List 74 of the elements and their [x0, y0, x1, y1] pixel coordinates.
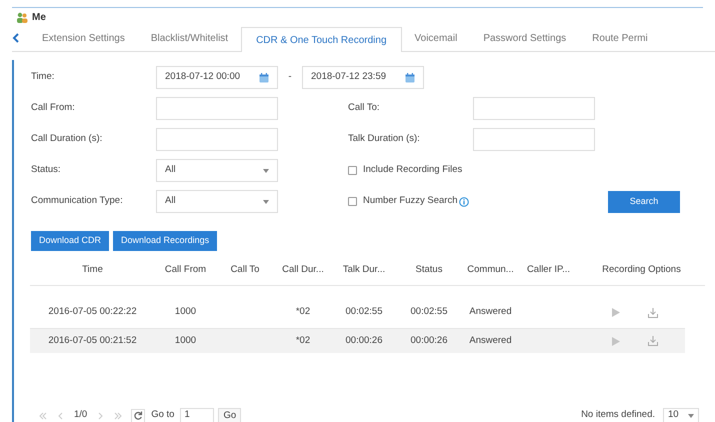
date-separator: - — [287, 70, 293, 84]
first-page-icon[interactable] — [38, 410, 48, 420]
chevron-left-icon[interactable] — [12, 33, 19, 43]
caret-icon — [263, 200, 269, 204]
page-size-dropdown[interactable]: 10 — [663, 408, 699, 422]
refresh-icon[interactable] — [131, 408, 146, 422]
input-field[interactable] — [156, 97, 278, 120]
calendar-icon[interactable] — [405, 72, 415, 82]
dropdown[interactable]: All — [156, 190, 278, 213]
table-cell-text: 00:00:26 — [344, 334, 384, 348]
download-icon[interactable] — [648, 336, 658, 346]
field-label: Time: — [31, 70, 56, 84]
field-label: Call From: — [31, 101, 76, 116]
table-cell-text: 1000 — [174, 334, 198, 348]
table-cell-text: 1000 — [174, 305, 198, 320]
column-header: Talk Dur... — [342, 263, 386, 278]
column-header: Caller IP... — [526, 263, 572, 278]
tab[interactable]: Voicemail — [402, 26, 470, 51]
table-cell-text: Answered — [468, 334, 513, 348]
tab[interactable]: Password Settings — [470, 26, 580, 51]
info-icon[interactable] — [458, 196, 469, 206]
calendar-icon[interactable] — [259, 72, 269, 82]
column-header: Call Dur... — [281, 263, 325, 278]
page-input[interactable]: 1 — [180, 408, 214, 422]
checkbox-label: Number Fuzzy Search — [363, 194, 458, 208]
page-indicator: 1/0 — [74, 408, 88, 422]
checkbox[interactable] — [348, 166, 357, 175]
goto-label: Go to — [151, 408, 174, 422]
table-cell-text: 00:02:55 — [344, 305, 384, 320]
input-field[interactable] — [473, 97, 595, 120]
field-label: Call Duration (s): — [31, 132, 104, 146]
field-label: Talk Duration (s): — [348, 132, 421, 146]
dropdown[interactable]: All — [156, 159, 278, 182]
field-label: Status: — [31, 163, 62, 178]
table-cell-text: 00:00:26 — [410, 334, 448, 348]
table-cell-text: 2016-07-05 00:21:52 — [47, 334, 138, 348]
download-button[interactable]: Download CDR — [31, 231, 110, 251]
table-cell-text: Answered — [468, 305, 513, 320]
tab[interactable]: CDR & One Touch Recording — [241, 27, 402, 52]
pagination-summary: No items defined. — [581, 408, 655, 422]
users-icon — [16, 12, 28, 22]
caret-icon — [688, 414, 694, 418]
table-cell-text: *02 — [294, 305, 312, 320]
date-field[interactable]: 2018-07-12 00:00 — [156, 66, 278, 89]
table-row[interactable]: 2016-07-05 00:21:52 1000 *02 00:00:26 00:00:26 Answered — [30, 328, 685, 353]
field-label: Communication Type: — [31, 194, 124, 208]
column-header: Call From — [164, 263, 208, 278]
tab[interactable]: Route Permi — [579, 26, 661, 51]
table-cell-text: *02 — [294, 334, 312, 348]
tab[interactable]: Blacklist/Whitelist — [138, 26, 242, 51]
play-icon[interactable] — [612, 308, 620, 317]
column-header: Recording Options — [601, 263, 682, 278]
window-title: Me — [32, 10, 46, 24]
tab[interactable]: Extension Settings — [29, 26, 138, 51]
input-field[interactable] — [473, 128, 595, 151]
checkbox-label: Include Recording Files — [363, 163, 462, 178]
table-cell-text: 00:02:55 — [410, 305, 448, 320]
field-label: Call To: — [348, 101, 381, 116]
column-header: Time — [81, 263, 104, 278]
download-icon[interactable] — [648, 308, 658, 318]
column-header: Call To — [230, 263, 260, 278]
table-row[interactable]: 2016-07-05 00:22:22 1000 *02 00:02:55 00:02:55 Answered — [30, 300, 685, 325]
last-page-icon[interactable] — [113, 410, 124, 420]
date-field[interactable]: 2018-07-12 23:59 — [302, 66, 424, 89]
download-button[interactable]: Download Recordings — [113, 231, 218, 251]
play-icon[interactable] — [612, 336, 620, 346]
column-header: Status — [414, 263, 444, 278]
caret-icon — [263, 168, 269, 172]
input-field[interactable] — [156, 128, 278, 151]
table-cell-text: 2016-07-05 00:22:22 — [47, 305, 138, 320]
checkbox[interactable] — [348, 197, 357, 206]
go-button[interactable]: Go — [218, 408, 242, 422]
column-header: Commun... — [466, 263, 515, 278]
search-button[interactable]: Search — [608, 190, 680, 212]
